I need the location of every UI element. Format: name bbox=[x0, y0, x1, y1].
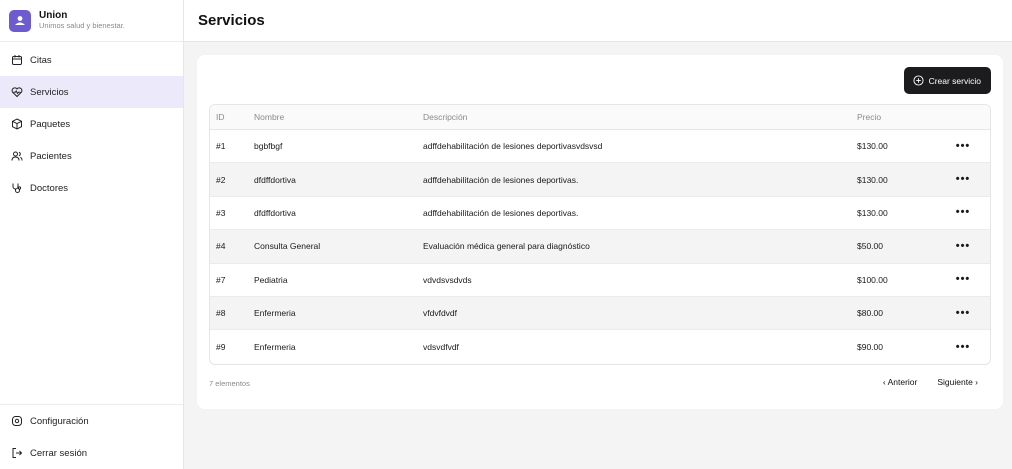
settings-icon bbox=[12, 416, 22, 426]
page-title: Servicios bbox=[198, 12, 265, 29]
item-count: 7 elementos bbox=[209, 379, 250, 388]
row-description: adffdehabilitación de lesiones deportiva… bbox=[423, 141, 603, 152]
row-id: #8 bbox=[216, 308, 226, 319]
row-id: #9 bbox=[216, 342, 226, 353]
more-actions-icon[interactable]: ••• bbox=[956, 240, 971, 252]
row-description: Evaluación médica general para diagnósti… bbox=[423, 241, 590, 252]
row-id: #4 bbox=[216, 241, 226, 252]
sidebar: Union Unimos salud y bienestar. Citas Se… bbox=[0, 0, 184, 469]
sidebar-item-configuracion[interactable]: Configuración bbox=[0, 405, 183, 437]
table-row[interactable]: #2 dfdffdortiva adffdehabilitación de le… bbox=[210, 163, 990, 197]
table-row[interactable]: #8 Enfermeria vfdvfdvdf $80.00 ••• bbox=[210, 296, 990, 331]
plus-circle-icon bbox=[913, 75, 924, 86]
services-table: ID Nombre Descripción Precio #1 bgbfbgf … bbox=[209, 104, 991, 365]
sidebar-item-citas[interactable]: Citas bbox=[0, 44, 183, 76]
pagination: ‹ Anterior Siguiente › bbox=[883, 377, 978, 387]
row-id: #2 bbox=[216, 174, 226, 185]
sidebar-item-label: Paquetes bbox=[30, 118, 71, 130]
sidebar-bottom-nav: Configuración Cerrar sesión bbox=[0, 404, 183, 469]
sidebar-item-label: Citas bbox=[30, 54, 52, 66]
sidebar-item-label: Pacientes bbox=[30, 150, 72, 162]
row-id: #3 bbox=[216, 207, 226, 218]
table-row[interactable]: #4 Consulta General Evaluación médica ge… bbox=[210, 230, 990, 264]
more-actions-icon[interactable]: ••• bbox=[956, 341, 971, 353]
sidebar-item-label: Configuración bbox=[30, 415, 89, 427]
row-description: adffdehabilitación de lesiones deportiva… bbox=[423, 207, 579, 218]
table-row[interactable]: #7 Pediatria vdvdsvsdvds $100.00 ••• bbox=[210, 264, 990, 297]
brand: Union Unimos salud y bienestar. bbox=[0, 0, 183, 42]
more-actions-icon[interactable]: ••• bbox=[956, 274, 971, 285]
more-actions-icon[interactable]: ••• bbox=[956, 140, 971, 152]
calendar-icon bbox=[12, 55, 22, 65]
row-price: $80.00 bbox=[857, 308, 883, 319]
column-header-descripcion: Descripción bbox=[423, 112, 468, 122]
row-price: $130.00 bbox=[857, 174, 888, 185]
row-price: $100.00 bbox=[857, 274, 888, 285]
create-service-button[interactable]: Crear servicio bbox=[903, 67, 991, 94]
row-name: Consulta General bbox=[254, 241, 321, 252]
row-price: $50.00 bbox=[857, 241, 883, 252]
sidebar-item-label: Doctores bbox=[30, 182, 69, 194]
stethoscope-icon bbox=[12, 183, 22, 193]
next-page-button[interactable]: Siguiente › bbox=[937, 377, 978, 387]
more-actions-icon[interactable]: ••• bbox=[956, 174, 971, 185]
services-card: Crear servicio ID Nombre Descripción Pre… bbox=[197, 55, 1003, 409]
sidebar-item-pacientes[interactable]: Pacientes bbox=[0, 140, 183, 172]
users-icon bbox=[11, 151, 23, 161]
brand-tagline: Unimos salud y bienestar. bbox=[39, 20, 125, 30]
table-row[interactable]: #9 Enfermeria vdsvdfvdf $90.00 ••• bbox=[210, 330, 990, 363]
row-price: $130.00 bbox=[857, 141, 888, 152]
row-name: dfdffdortiva bbox=[254, 207, 296, 218]
sidebar-item-paquetes[interactable]: Paquetes bbox=[0, 108, 183, 140]
union-logo-icon bbox=[9, 9, 31, 32]
sidebar-nav: Citas Servicios Paquetes Pacientes Docto… bbox=[0, 44, 183, 204]
create-service-label: Crear servicio bbox=[928, 75, 981, 86]
package-icon bbox=[12, 118, 22, 130]
row-id: #1 bbox=[216, 141, 226, 152]
previous-page-button[interactable]: ‹ Anterior bbox=[883, 377, 918, 387]
heart-pulse-icon bbox=[11, 87, 23, 98]
row-name: Enfermeria bbox=[254, 308, 296, 319]
sidebar-item-label: Cerrar sesión bbox=[30, 447, 88, 459]
logout-icon bbox=[12, 448, 23, 458]
row-description: vdsvdfvdf bbox=[423, 342, 459, 353]
row-description: vfdvfdvdf bbox=[423, 308, 458, 319]
sidebar-item-servicios[interactable]: Servicios bbox=[0, 76, 183, 108]
column-header-precio: Precio bbox=[857, 112, 882, 122]
table-row[interactable]: #1 bgbfbgf adffdehabilitación de lesione… bbox=[210, 130, 990, 164]
row-name: Pediatria bbox=[254, 274, 288, 285]
row-name: Enfermeria bbox=[254, 342, 296, 353]
row-description: vdvdsvsdvds bbox=[423, 274, 472, 285]
table-header: ID Nombre Descripción Precio bbox=[210, 105, 990, 130]
row-price: $90.00 bbox=[857, 342, 883, 353]
column-header-id: ID bbox=[216, 112, 225, 122]
sidebar-item-label: Servicios bbox=[30, 86, 69, 98]
sidebar-item-cerrar-sesion[interactable]: Cerrar sesión bbox=[0, 437, 183, 469]
more-actions-icon[interactable]: ••• bbox=[956, 207, 971, 218]
row-id: #7 bbox=[216, 274, 226, 285]
row-name: dfdffdortiva bbox=[254, 174, 296, 185]
column-header-nombre: Nombre bbox=[254, 112, 285, 122]
top-bar: Servicios bbox=[184, 0, 1012, 42]
sidebar-item-doctores[interactable]: Doctores bbox=[0, 172, 183, 204]
table-row[interactable]: #3 dfdffdortiva adffdehabilitación de le… bbox=[210, 197, 990, 231]
row-price: $130.00 bbox=[857, 207, 888, 218]
row-description: adffdehabilitación de lesiones deportiva… bbox=[423, 174, 579, 185]
more-actions-icon[interactable]: ••• bbox=[956, 307, 971, 319]
row-name: bgbfbgf bbox=[254, 141, 283, 152]
